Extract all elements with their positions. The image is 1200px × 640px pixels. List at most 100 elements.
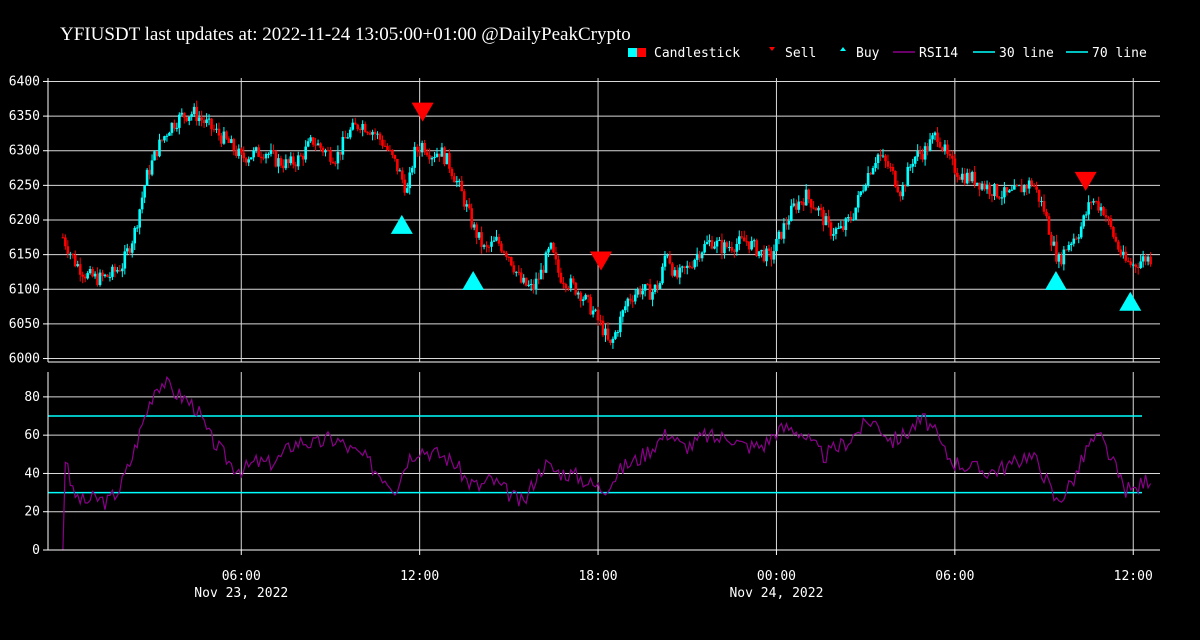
candle-body (1065, 249, 1068, 251)
buy-marker (1119, 291, 1142, 311)
candle-body (294, 164, 298, 167)
candle-body (760, 249, 763, 252)
candle-body (747, 241, 751, 250)
candle-body (591, 310, 595, 315)
candle-body (267, 153, 270, 155)
candle-body (205, 119, 208, 124)
candle-body (562, 282, 565, 285)
price-tick-label: 6300 (9, 144, 40, 159)
candle-body (693, 259, 696, 268)
candle-body (958, 176, 962, 180)
candle-body (896, 186, 900, 193)
candle-body (284, 159, 288, 169)
candle-body (547, 248, 550, 253)
candle-body (482, 245, 486, 247)
candle-body (782, 223, 786, 239)
candle-body (252, 150, 255, 158)
candle-body (923, 146, 927, 160)
candle-body (1097, 201, 1100, 211)
candle-body (202, 120, 206, 124)
candle-body (1099, 207, 1103, 211)
candle-body (911, 163, 915, 167)
candle-body (864, 185, 867, 191)
candle-body (564, 284, 568, 288)
candle-body (985, 184, 989, 190)
candle-body (532, 284, 535, 290)
candle-body (217, 128, 221, 136)
candle-body (244, 158, 248, 163)
candle-body (802, 202, 806, 206)
candle-body (96, 273, 99, 285)
candle-body (1144, 256, 1147, 262)
candle-body (1077, 237, 1081, 239)
candle-body (150, 160, 154, 175)
rsi-tick-label: 40 (24, 466, 40, 481)
candle-body (628, 298, 632, 301)
candle-body (1079, 226, 1083, 238)
candle-body (296, 155, 300, 167)
candle-body (626, 298, 630, 307)
candle-body (1074, 238, 1078, 240)
candle-body (1022, 185, 1026, 193)
candle-body (614, 332, 617, 339)
candle-body (720, 239, 724, 254)
candle-body (1040, 200, 1043, 202)
candle-body (661, 266, 664, 284)
candle-body (182, 112, 186, 118)
candle-body (448, 153, 451, 169)
candle-body (621, 310, 625, 317)
candle-body (718, 239, 721, 241)
candle-body (413, 146, 417, 168)
candle-body (1042, 200, 1046, 212)
candle-body (249, 157, 253, 160)
candle-body (348, 129, 352, 138)
candle-body (460, 180, 464, 192)
candle-body (1126, 260, 1130, 262)
candle-body (83, 276, 87, 279)
candle-body (854, 207, 858, 220)
candle-body (656, 284, 659, 290)
candle-body (574, 282, 578, 295)
candle-body (745, 241, 749, 243)
candle-body (113, 266, 117, 272)
candle-body (420, 143, 424, 153)
candle-body (777, 231, 781, 239)
candle-body (1013, 185, 1016, 190)
candle-body (495, 236, 498, 241)
candle-body (371, 131, 374, 135)
candle-body (824, 216, 828, 226)
candle-body (611, 338, 615, 343)
candle-body (428, 155, 431, 160)
candle-body (306, 141, 310, 147)
candle-body (103, 274, 107, 277)
candle-body (980, 183, 984, 190)
candle-body (1008, 190, 1011, 193)
candle-body (604, 328, 607, 336)
candle-body (1052, 241, 1056, 246)
candle-body (894, 171, 897, 187)
candle-body (148, 169, 151, 175)
candle-body (668, 255, 672, 264)
candle-body (502, 251, 506, 253)
candle-body (586, 294, 590, 298)
candle-body (559, 272, 563, 283)
price-tick-label: 6200 (9, 213, 40, 228)
candle-body (1141, 256, 1145, 262)
candle-body (847, 216, 850, 219)
candle-body (832, 234, 835, 236)
candle-body (485, 245, 488, 247)
candle-body (207, 118, 211, 120)
candle-body (108, 276, 112, 278)
buy-marker (390, 214, 413, 234)
candle-body (960, 173, 964, 180)
candle-body (705, 242, 709, 245)
candle-body (594, 309, 597, 311)
x-tick-label: 06:00 (222, 569, 261, 584)
candle-body (128, 248, 132, 253)
candle-body (643, 284, 647, 291)
candle-body (314, 144, 317, 146)
candle-body (812, 207, 815, 209)
candle-body (596, 309, 600, 321)
price-panel: 6000 6050 6100 6150 6200 6250 6300 6350 6400 (9, 74, 1160, 367)
candle-body (403, 179, 407, 193)
